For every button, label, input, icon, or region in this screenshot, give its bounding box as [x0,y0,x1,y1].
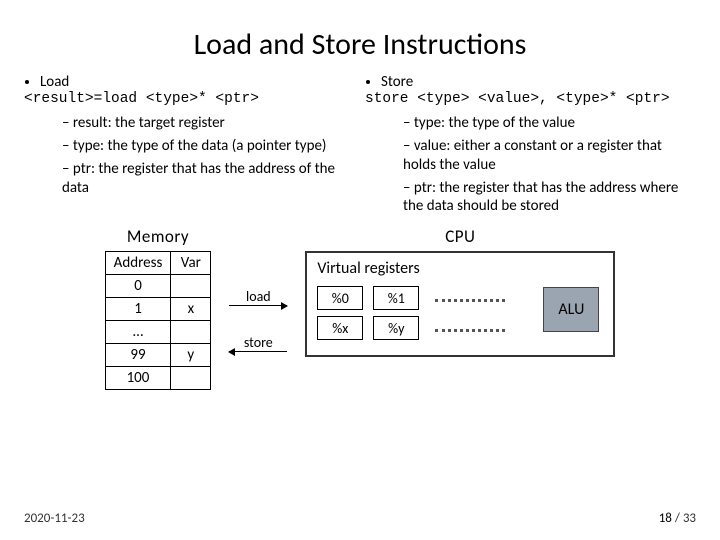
mem-col-var: Var [171,252,211,275]
table-row: 100 [105,367,211,390]
memory-block: Memory Address Var 0 1 x … [105,226,212,390]
left-column: Load <result>=load <type>* <ptr> result:… [24,73,355,220]
load-syntax: <result>=load <type>* <ptr> [24,91,355,108]
page-total: 33 [683,511,696,526]
register: %0 [317,286,363,310]
footer-date: 2020-11-23 [24,511,85,526]
mem-col-address: Address [105,252,171,275]
mem-addr: 1 [105,298,171,321]
load-def-ptr: ptr: the register that has the address o… [62,160,355,198]
ellipsis-icon [435,299,505,302]
mem-addr: 0 [105,275,171,298]
register: %1 [373,286,419,310]
mem-var [171,275,211,298]
cpu-block: CPU Virtual registers %0 %1 %x %y ALU [305,226,615,357]
mem-addr: 99 [105,344,171,367]
store-def-value: value: either a constant or a register t… [403,137,696,175]
table-row: 0 [105,275,211,298]
page-current: 18 [659,511,672,526]
store-def-ptr: ptr: the register that has the address w… [403,179,696,217]
footer: 2020-11-23 18 / 33 [24,511,696,526]
memory-label: Memory [127,226,189,247]
arrow-right-icon [229,305,287,306]
alu-box: ALU [543,287,599,332]
slide-title: Load and Store Instructions [24,26,696,63]
table-row: … [105,321,211,344]
table-row: 99 y [105,344,211,367]
cpu-box: Virtual registers %0 %1 %x %y ALU [305,251,615,357]
arrow-left-icon [229,351,287,352]
diagram: Memory Address Var 0 1 x … [24,226,696,390]
right-column: Store store <type> <value>, <type>* <ptr… [365,73,696,220]
table-row: 1 x [105,298,211,321]
arrows: load store [229,288,287,352]
store-arrow-label: store [244,334,273,351]
page-sep: / [675,511,683,526]
virtual-registers-label: Virtual registers [317,259,603,278]
mem-var [171,367,211,390]
store-arrow: store [229,334,287,352]
mem-addr: 100 [105,367,171,390]
load-arrow: load [229,288,287,306]
memory-table: Address Var 0 1 x … 99 y [105,251,212,390]
load-def-result: result: the target register [62,114,355,133]
store-def-type: type: the type of the value [403,114,696,133]
store-syntax: store <type> <value>, <type>* <ptr> [365,91,696,108]
register: %x [317,316,363,340]
mem-var: x [171,298,211,321]
load-arrow-label: load [246,288,271,305]
register: %y [373,316,419,340]
load-def-type: type: the type of the data (a pointer ty… [62,137,355,156]
load-heading: Load [40,73,69,91]
cpu-label: CPU [445,226,475,247]
store-heading: Store [381,73,413,91]
page-number: 18 / 33 [659,511,696,526]
mem-var [171,321,211,344]
ellipsis-icon [435,329,505,332]
mem-addr: … [105,321,171,344]
mem-var: y [171,344,211,367]
